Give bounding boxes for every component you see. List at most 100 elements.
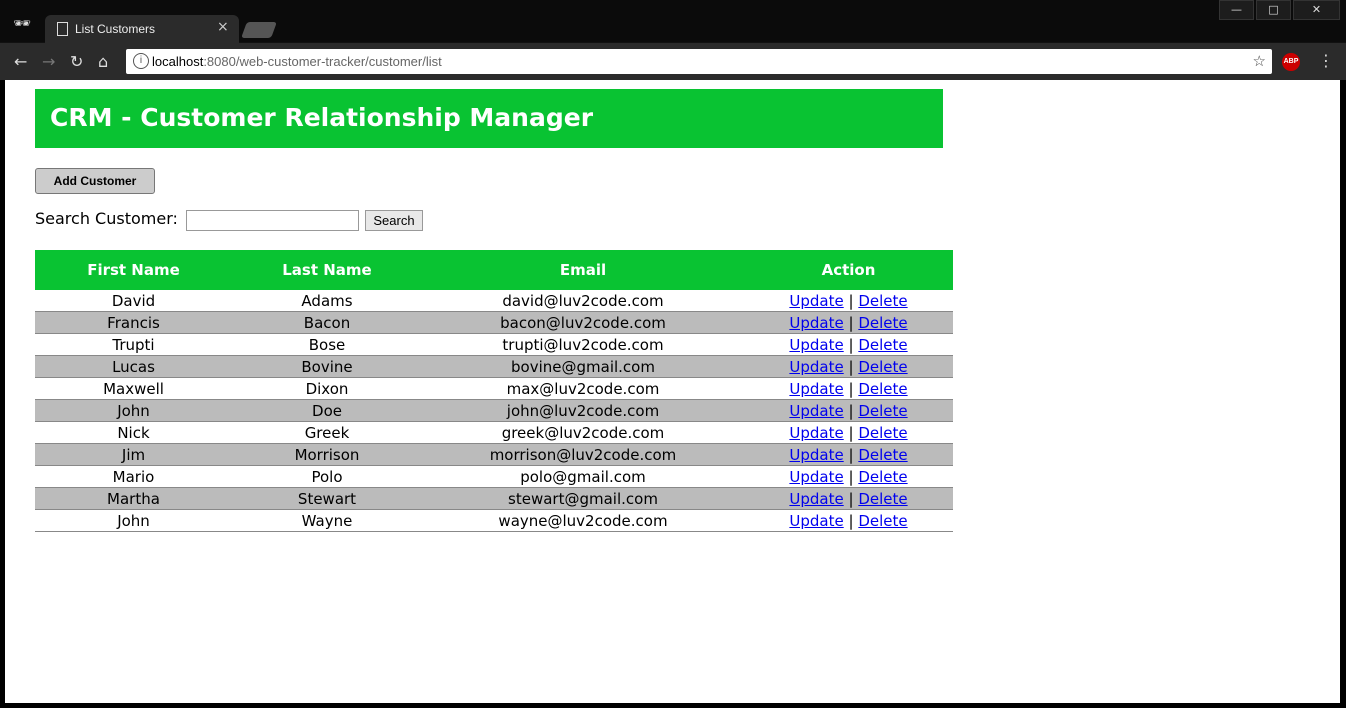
cell-email: david@luv2code.com bbox=[422, 290, 744, 312]
cell-email: greek@luv2code.com bbox=[422, 421, 744, 444]
forward-icon[interactable]: → bbox=[42, 52, 55, 71]
delete-link[interactable]: Delete bbox=[858, 468, 907, 486]
cell-email: wayne@luv2code.com bbox=[422, 509, 744, 532]
cell-email: bovine@gmail.com bbox=[422, 355, 744, 378]
cell-first-name: Nick bbox=[35, 421, 232, 444]
table-row: John Doe john@luv2code.com Update | Delete bbox=[35, 399, 953, 422]
update-link[interactable]: Update bbox=[789, 292, 843, 310]
action-separator: | bbox=[848, 401, 854, 420]
incognito-icon: 🕶 bbox=[13, 16, 31, 32]
page-viewport: CRM - Customer Relationship Manager Add … bbox=[5, 80, 1340, 703]
cell-first-name: John bbox=[35, 509, 232, 532]
cell-last-name: Wayne bbox=[232, 509, 422, 532]
cell-action: Update | Delete bbox=[744, 333, 953, 356]
update-link[interactable]: Update bbox=[789, 380, 843, 398]
adblock-icon[interactable]: ABP bbox=[1282, 53, 1300, 71]
update-link[interactable]: Update bbox=[789, 446, 843, 464]
action-separator: | bbox=[848, 357, 854, 376]
table-row: Francis Bacon bacon@luv2code.com Update | D… bbox=[35, 311, 953, 334]
cell-action: Update | Delete bbox=[744, 443, 953, 466]
update-link[interactable]: Update bbox=[789, 402, 843, 420]
cell-email: bacon@luv2code.com bbox=[422, 311, 744, 334]
cell-last-name: Morrison bbox=[232, 443, 422, 466]
cell-first-name: Maxwell bbox=[35, 377, 232, 400]
cell-email: polo@gmail.com bbox=[422, 465, 744, 488]
info-icon[interactable]: i bbox=[133, 53, 149, 69]
cell-last-name: Dixon bbox=[232, 377, 422, 400]
update-link[interactable]: Update bbox=[789, 490, 843, 508]
update-link[interactable]: Update bbox=[789, 314, 843, 332]
cell-last-name: Doe bbox=[232, 399, 422, 422]
window-controls: — □ ✕ bbox=[1219, 0, 1340, 20]
action-separator: | bbox=[848, 511, 854, 530]
update-link[interactable]: Update bbox=[789, 358, 843, 376]
maximize-icon[interactable]: □ bbox=[1256, 0, 1291, 20]
add-customer-button[interactable]: Add Customer bbox=[35, 168, 155, 194]
action-separator: | bbox=[848, 379, 854, 398]
cell-action: Update | Delete bbox=[744, 421, 953, 444]
delete-link[interactable]: Delete bbox=[858, 424, 907, 442]
cell-email: morrison@luv2code.com bbox=[422, 443, 744, 466]
delete-link[interactable]: Delete bbox=[858, 512, 907, 530]
close-tab-icon[interactable]: × bbox=[217, 19, 229, 35]
cell-last-name: Bose bbox=[232, 333, 422, 356]
new-tab-button[interactable] bbox=[241, 22, 277, 38]
cell-first-name: Martha bbox=[35, 487, 232, 510]
reload-icon[interactable]: ↻ bbox=[70, 52, 83, 71]
action-separator: | bbox=[848, 423, 854, 442]
search-input[interactable] bbox=[186, 210, 359, 231]
bookmark-star-icon[interactable]: ☆ bbox=[1253, 52, 1266, 70]
action-separator: | bbox=[848, 313, 854, 332]
delete-link[interactable]: Delete bbox=[858, 314, 907, 332]
cell-first-name: David bbox=[35, 290, 232, 312]
delete-link[interactable]: Delete bbox=[858, 292, 907, 310]
back-icon[interactable]: ← bbox=[14, 52, 27, 71]
update-link[interactable]: Update bbox=[789, 468, 843, 486]
cell-action: Update | Delete bbox=[744, 377, 953, 400]
cell-action: Update | Delete bbox=[744, 399, 953, 422]
update-link[interactable]: Update bbox=[789, 512, 843, 530]
table-header-row: First Name Last Name Email Action bbox=[35, 250, 953, 290]
tab-strip: 🕶 List Customers × — □ ✕ bbox=[0, 0, 1346, 43]
table-row: Trupti Bose trupti@luv2code.com Update | De… bbox=[35, 333, 953, 356]
action-separator: | bbox=[848, 489, 854, 508]
cell-last-name: Bacon bbox=[232, 311, 422, 334]
delete-link[interactable]: Delete bbox=[858, 336, 907, 354]
delete-link[interactable]: Delete bbox=[858, 358, 907, 376]
table-row: Jim Morrison morrison@luv2code.com Update |… bbox=[35, 443, 953, 466]
close-window-icon[interactable]: ✕ bbox=[1293, 0, 1340, 20]
delete-link[interactable]: Delete bbox=[858, 446, 907, 464]
minimize-icon[interactable]: — bbox=[1219, 0, 1254, 20]
delete-link[interactable]: Delete bbox=[858, 380, 907, 398]
table-row: David Adams david@luv2code.com Update | Del… bbox=[35, 290, 953, 312]
delete-link[interactable]: Delete bbox=[858, 402, 907, 420]
delete-link[interactable]: Delete bbox=[858, 490, 907, 508]
address-bar[interactable]: i localhost:8080/web-customer-tracker/cu… bbox=[126, 49, 1272, 74]
url-host: localhost bbox=[152, 54, 204, 69]
url-path: :8080/web-customer-tracker/customer/list bbox=[203, 54, 442, 69]
cell-email: john@luv2code.com bbox=[422, 399, 744, 422]
cell-action: Update | Delete bbox=[744, 355, 953, 378]
cell-email: max@luv2code.com bbox=[422, 377, 744, 400]
search-button[interactable]: Search bbox=[365, 210, 423, 231]
update-link[interactable]: Update bbox=[789, 336, 843, 354]
action-separator: | bbox=[848, 335, 854, 354]
table-row: John Wayne wayne@luv2code.com Update | Dele… bbox=[35, 509, 953, 532]
cell-action: Update | Delete bbox=[744, 509, 953, 532]
table-row: Mario Polo polo@gmail.com Update | Delete bbox=[35, 465, 953, 488]
cell-first-name: Trupti bbox=[35, 333, 232, 356]
page-icon bbox=[57, 22, 68, 36]
cell-action: Update | Delete bbox=[744, 487, 953, 510]
table-body: David Adams david@luv2code.com Update | Del… bbox=[35, 290, 953, 532]
cell-last-name: Polo bbox=[232, 465, 422, 488]
update-link[interactable]: Update bbox=[789, 424, 843, 442]
cell-first-name: Mario bbox=[35, 465, 232, 488]
customer-table: First Name Last Name Email Action David A… bbox=[35, 250, 953, 532]
cell-first-name: John bbox=[35, 399, 232, 422]
home-icon[interactable]: ⌂ bbox=[98, 52, 108, 71]
header-action: Action bbox=[744, 250, 953, 290]
page-title: CRM - Customer Relationship Manager bbox=[50, 103, 594, 132]
header-email: Email bbox=[422, 250, 744, 290]
menu-dots-icon[interactable]: ⋮ bbox=[1318, 51, 1334, 70]
tab-list-customers[interactable]: List Customers × bbox=[45, 15, 239, 43]
